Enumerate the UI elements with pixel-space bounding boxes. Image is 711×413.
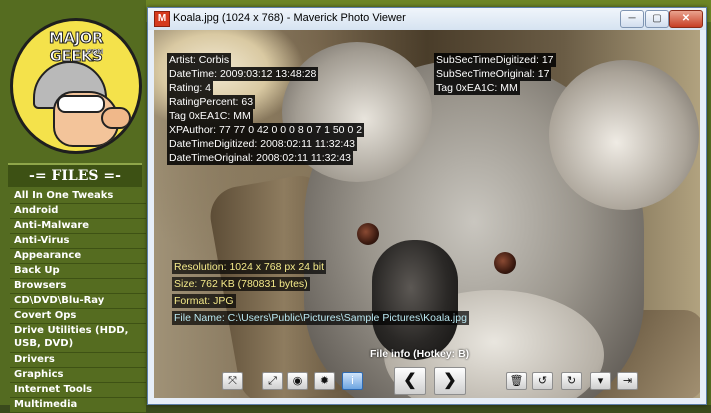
meta-rating-percent: RatingPercent: 63 (167, 95, 256, 109)
exit-icon[interactable]: ⇥ (617, 372, 638, 390)
sidebar-item-anti-virus[interactable]: Anti-Virus (10, 234, 146, 249)
meta-tag-right: Tag 0xEA1C: MM (434, 81, 520, 95)
fit-to-window-icon[interactable]: ⤧ (222, 372, 243, 390)
viewer-title-bar[interactable]: M Koala.jpg (1024 x 768) - Maverick Phot… (148, 8, 706, 30)
logo-glasses-graphic (57, 95, 105, 113)
file-size: Size: 762 KB (780831 bytes) (172, 277, 310, 291)
meta-subsec-digitized: SubSecTimeDigitized: 17 (434, 53, 556, 67)
app-icon: M (154, 11, 170, 27)
logo-sub-text: .COM (85, 49, 104, 56)
meta-xpauthor: XPAuthor: 77 77 0 42 0 0 0 8 0 7 1 50 0 … (167, 123, 365, 137)
more-options-icon[interactable]: ▾ (590, 372, 611, 390)
meta-datetime-digitized: DateTimeDigitized: 2008:02:11 11:32:43 (167, 137, 358, 151)
files-category-list: All In One Tweaks Android Anti-Malware A… (10, 189, 146, 413)
rotate-left-icon[interactable]: ↺ (532, 372, 553, 390)
sidebar-item-graphics[interactable]: Graphics (10, 368, 146, 383)
window-title: Koala.jpg (1024 x 768) - Maverick Photo … (173, 12, 406, 24)
maximize-button[interactable]: ▢ (645, 10, 669, 28)
sidebar-item-cd-dvd-blu-ray[interactable]: CD\DVD\Blu-Ray (10, 294, 146, 309)
koala-left-eye (357, 223, 379, 245)
sidebar-item-back-up[interactable]: Back Up (10, 264, 146, 279)
sidebar-item-drive-utilities[interactable]: Drive Utilities (HDD, USB, DVD) (10, 324, 146, 353)
file-format: Format: JPG (172, 294, 236, 308)
koala-right-eye (494, 252, 516, 274)
sidebar-item-anti-malware[interactable]: Anti-Malware (10, 219, 146, 234)
logo-nose-graphic (101, 107, 131, 129)
previous-image-button[interactable]: ❮ (394, 367, 426, 395)
file-name: File Name: C:\Users\Public\Pictures\Samp… (172, 311, 469, 325)
koala-right-ear (549, 60, 699, 210)
file-info-icon[interactable]: i (342, 372, 363, 390)
sidebar-item-internet-tools[interactable]: Internet Tools (10, 383, 146, 398)
logo-text: MAJOR GEEKS (49, 29, 104, 66)
file-resolution: Resolution: 1024 x 768 px 24 bit (172, 260, 327, 274)
close-button[interactable]: ✕ (669, 10, 703, 28)
sidebar-item-android[interactable]: Android (10, 204, 146, 219)
minimize-button[interactable]: ─ (620, 10, 644, 28)
fullscreen-icon[interactable]: ⤢ (262, 372, 283, 390)
meta-artist: Artist: Corbis (167, 53, 232, 67)
meta-subsec-original: SubSecTimeOriginal: 17 (434, 67, 552, 81)
sidebar-item-drivers[interactable]: Drivers (10, 353, 146, 368)
site-logo-area: MAJOR GEEKS .COM (0, 0, 146, 160)
sidebar-item-browsers[interactable]: Browsers (10, 279, 146, 294)
delete-trash-icon[interactable]: 🗑 (506, 372, 527, 390)
files-section-header: -= FILES =- (8, 163, 142, 187)
sidebar-item-all-in-one-tweaks[interactable]: All In One Tweaks (10, 189, 146, 204)
sidebar-item-covert-ops[interactable]: Covert Ops (10, 309, 146, 324)
sidebar-item-appearance[interactable]: Appearance (10, 249, 146, 264)
next-image-button[interactable]: ❯ (434, 367, 466, 395)
view-icon[interactable]: ◉ (287, 372, 308, 390)
meta-rating: Rating: 4 (167, 81, 214, 95)
photo-canvas[interactable]: Artist: Corbis DateTime: 2009:03:12 13:4… (154, 30, 700, 398)
hotkey-tooltip: File info (Hotkey: B) (370, 348, 470, 360)
sidebar-item-multimedia[interactable]: Multimedia (10, 398, 146, 413)
meta-datetime-original: DateTimeOriginal: 2008:02:11 11:32:43 (167, 151, 353, 165)
rotate-right-icon[interactable]: ↻ (561, 372, 582, 390)
file-info-panel: Resolution: 1024 x 768 px 24 bit Size: 7… (172, 260, 469, 328)
meta-tag: Tag 0xEA1C: MM (167, 109, 253, 123)
majorgeeks-logo[interactable]: MAJOR GEEKS .COM (10, 18, 142, 154)
exif-metadata-left: Artist: Corbis DateTime: 2009:03:12 13:4… (167, 53, 365, 165)
meta-datetime: DateTime: 2009:03:12 13:48:28 (167, 67, 319, 81)
exif-metadata-right: SubSecTimeDigitized: 17 SubSecTimeOrigin… (434, 53, 556, 95)
photo-viewer-window: M Koala.jpg (1024 x 768) - Maverick Phot… (147, 7, 707, 405)
settings-gear-icon[interactable]: ✹ (314, 372, 335, 390)
